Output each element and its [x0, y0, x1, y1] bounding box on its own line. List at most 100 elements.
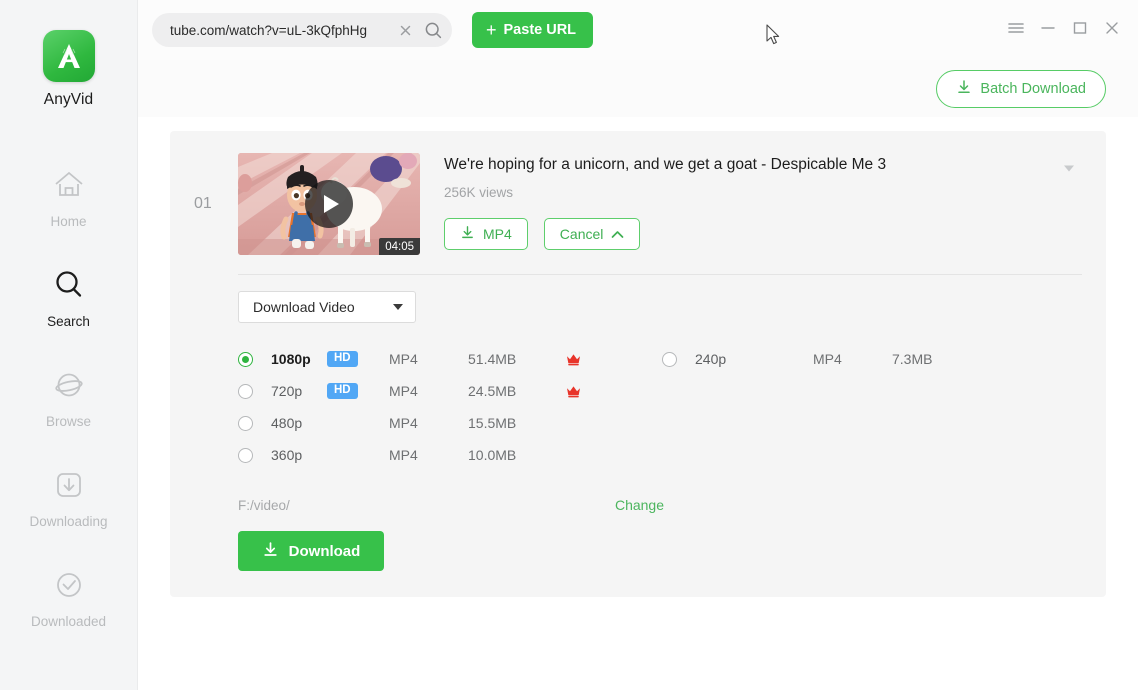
download-label: Download	[288, 542, 361, 560]
search-icon	[49, 265, 89, 305]
quality-option-row[interactable]: 1080p HD MP4 51.4MB	[238, 343, 662, 375]
chevron-up-icon	[611, 226, 624, 242]
video-duration: 04:05	[379, 238, 420, 255]
cancel-button[interactable]: Cancel	[543, 218, 641, 250]
quality-size: 15.5MB	[468, 415, 517, 431]
quality-option-row[interactable]: 480p MP4 15.5MB	[238, 407, 662, 439]
save-path-value: F:/video/	[238, 497, 290, 513]
download-mode-value: Download Video	[253, 299, 355, 315]
video-header: 01 04:05 We're hoping for a unicorn, and…	[194, 153, 1082, 255]
video-result-card: 01 04:05 We're hoping for a unicorn, and…	[170, 131, 1106, 597]
video-actions: MP4 Cancel	[444, 218, 1082, 250]
radio-icon[interactable]	[238, 351, 253, 367]
downloading-icon	[49, 465, 89, 505]
sidebar-item-search[interactable]: Search	[0, 247, 137, 347]
radio-icon[interactable]	[238, 447, 253, 463]
quality-resolution: 240p	[695, 351, 727, 367]
sidebar-item-downloaded[interactable]: Downloaded	[0, 547, 137, 647]
downloaded-check-icon	[49, 565, 89, 605]
close-icon[interactable]	[1098, 14, 1126, 42]
cancel-label: Cancel	[559, 226, 604, 242]
results-list: 01 04:05 We're hoping for a unicorn, and…	[138, 117, 1138, 690]
quality-resolution: 360p	[271, 447, 303, 463]
quality-size: 10.0MB	[468, 447, 517, 463]
quality-column-left: 1080p HD MP4 51.4MB 720p HD MP4 24.5MB 4…	[238, 343, 662, 471]
result-rank: 01	[194, 195, 212, 212]
download-icon	[460, 225, 475, 243]
sidebar: AnyVid Home Search Browse Downloading Do…	[0, 0, 138, 690]
sidebar-item-browse[interactable]: Browse	[0, 347, 137, 447]
anyvid-window: AnyVid Home Search Browse Downloading Do…	[0, 0, 1138, 690]
minimize-icon[interactable]	[1034, 14, 1062, 42]
main-area: + Paste URL	[138, 0, 1138, 690]
anyvid-logo-icon	[42, 30, 95, 82]
quality-column-right: 240p MP4 7.3MB	[662, 343, 990, 471]
sidebar-item-label: Search	[47, 314, 90, 329]
hamburger-menu-icon[interactable]	[1002, 14, 1030, 42]
quality-format: MP4	[813, 351, 842, 367]
format-mp4-label: MP4	[483, 226, 512, 242]
quality-resolution: 1080p	[271, 351, 311, 367]
radio-icon[interactable]	[662, 351, 677, 367]
sidebar-item-label: Home	[50, 214, 87, 229]
download-icon	[956, 79, 972, 99]
quality-format: MP4	[389, 447, 418, 463]
video-thumbnail[interactable]: 04:05	[238, 153, 420, 255]
video-meta: We're hoping for a unicorn, and we get a…	[420, 153, 1082, 250]
radio-icon[interactable]	[238, 415, 253, 431]
chevron-down-icon	[393, 304, 403, 310]
quality-option-row[interactable]: 720p HD MP4 24.5MB	[238, 375, 662, 407]
url-bar[interactable]	[152, 13, 452, 47]
video-views: 256K views	[444, 185, 514, 200]
sidebar-item-home[interactable]: Home	[0, 147, 137, 247]
sidebar-item-downloading[interactable]: Downloading	[0, 447, 137, 547]
quality-size: 51.4MB	[468, 351, 517, 367]
app-name: AnyVid	[43, 91, 94, 108]
download-mode-select[interactable]: Download Video	[238, 291, 416, 323]
quality-size: 7.3MB	[892, 351, 933, 367]
premium-crown-icon	[566, 385, 596, 398]
save-path-row: F:/video/ Change	[238, 497, 664, 513]
url-input[interactable]	[170, 22, 388, 38]
play-icon[interactable]	[305, 180, 353, 228]
radio-icon[interactable]	[238, 383, 253, 399]
hd-badge: HD	[327, 383, 358, 399]
top-bar: + Paste URL	[138, 0, 1138, 60]
maximize-icon[interactable]	[1066, 14, 1094, 42]
sidebar-item-label: Downloading	[29, 514, 108, 529]
quality-format: MP4	[389, 415, 418, 431]
plus-icon: +	[486, 19, 497, 40]
change-path-link[interactable]: Change	[615, 497, 664, 513]
quality-resolution: 480p	[271, 415, 303, 431]
batch-bar: Batch Download	[138, 60, 1138, 117]
clear-url-icon[interactable]	[394, 19, 416, 41]
video-title[interactable]: We're hoping for a unicorn, and we get a…	[444, 156, 1082, 174]
chevron-down-icon[interactable]	[1060, 159, 1078, 177]
paste-url-button[interactable]: + Paste URL	[472, 12, 594, 48]
download-options: Download Video 1080p HD MP4 51.4MB 720p …	[194, 291, 1082, 571]
quality-format: MP4	[389, 383, 418, 399]
paste-url-label: Paste URL	[503, 22, 577, 38]
quality-option-row[interactable]: 360p MP4 10.0MB	[238, 439, 662, 471]
sidebar-nav: Home Search Browse Downloading Downloade…	[0, 147, 137, 647]
quality-option-row[interactable]: 240p MP4 7.3MB	[662, 343, 990, 375]
search-icon[interactable]	[422, 19, 444, 41]
download-button[interactable]: Download	[238, 531, 384, 571]
sidebar-item-label: Browse	[45, 414, 91, 429]
batch-download-label: Batch Download	[980, 80, 1086, 97]
batch-download-button[interactable]: Batch Download	[936, 69, 1106, 108]
format-mp4-button[interactable]: MP4	[444, 218, 528, 250]
home-icon	[49, 165, 89, 205]
browse-globe-icon	[49, 365, 89, 405]
app-brand: AnyVid	[42, 30, 95, 109]
sidebar-item-label: Downloaded	[30, 614, 107, 629]
quality-size: 24.5MB	[468, 383, 517, 399]
quality-format: MP4	[389, 351, 418, 367]
premium-crown-icon	[566, 353, 596, 366]
window-controls	[1002, 0, 1126, 56]
card-divider	[238, 274, 1082, 275]
download-icon	[262, 541, 279, 562]
quality-resolution: 720p	[271, 383, 303, 399]
hd-badge-slot: HD	[327, 351, 389, 367]
hd-badge-slot: HD	[327, 383, 389, 399]
